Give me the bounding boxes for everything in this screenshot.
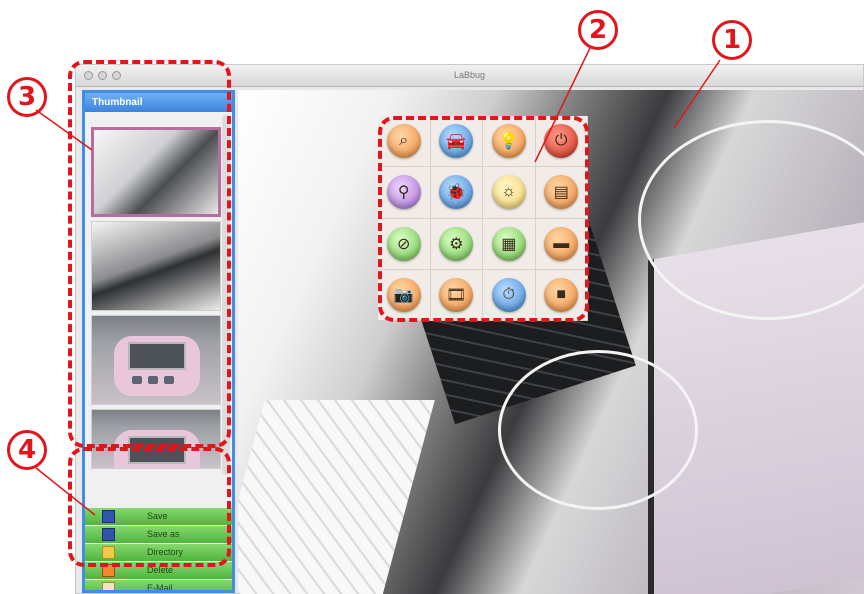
email-button[interactable]: E-Mail <box>85 580 232 593</box>
annotation-box-controls <box>378 116 589 322</box>
camera-image-keyboard <box>238 400 435 594</box>
annotation-box-menu <box>68 447 231 567</box>
mail-icon <box>102 582 115 590</box>
annotation-box-thumbnails <box>68 60 231 448</box>
email-label: E-Mail <box>147 583 173 593</box>
camera-image-cable <box>498 350 698 510</box>
